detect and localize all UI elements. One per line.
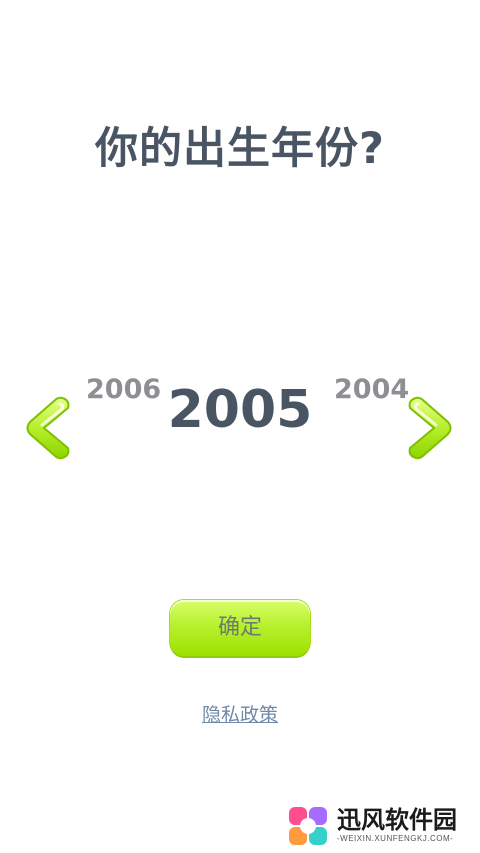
confirm-button[interactable]: 确定 xyxy=(170,600,310,656)
page-title: 你的出生年份? xyxy=(95,124,385,174)
watermark: 迅风软件园 -WEIXIN.XUNFENGKJ.COM- xyxy=(287,804,457,848)
watermark-url: -WEIXIN.XUNFENGKJ.COM- xyxy=(337,834,454,843)
watermark-logo-icon xyxy=(287,805,329,847)
privacy-policy-link[interactable]: 隐私政策 xyxy=(0,700,480,727)
chevron-right-icon xyxy=(408,396,452,460)
next-year-button[interactable] xyxy=(402,392,456,464)
next-year-label[interactable]: 2004 xyxy=(334,374,409,405)
watermark-name: 迅风软件园 xyxy=(337,806,457,834)
